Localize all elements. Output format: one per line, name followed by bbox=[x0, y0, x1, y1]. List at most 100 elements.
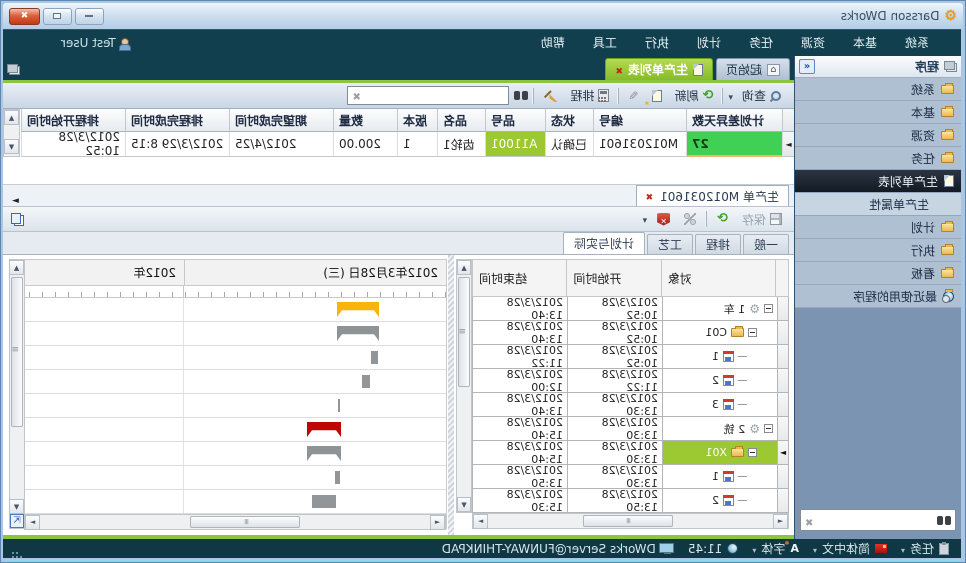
cell-status[interactable]: 已确认 bbox=[545, 132, 593, 157]
detail-tab-process[interactable]: 工艺 bbox=[647, 234, 693, 254]
resize-grip[interactable] bbox=[11, 543, 23, 555]
scroll-down-icon[interactable]: ▼ bbox=[4, 139, 19, 154]
detail-tab-general[interactable]: 一般 bbox=[743, 234, 789, 254]
menu-system[interactable]: 系统 bbox=[891, 30, 943, 56]
col-item-name[interactable]: 品名 bbox=[437, 109, 485, 132]
window-list-icon[interactable] bbox=[7, 64, 20, 75]
sidebar-item-plan[interactable]: 计划 bbox=[795, 216, 961, 239]
maximize-button[interactable] bbox=[43, 8, 72, 25]
close-tab-icon[interactable] bbox=[615, 63, 623, 77]
validate-button[interactable] bbox=[653, 211, 674, 228]
collapse-expander-icon[interactable] bbox=[748, 448, 757, 457]
float-window-icon[interactable] bbox=[11, 213, 24, 226]
gantt-bar-summary[interactable] bbox=[307, 446, 341, 461]
scroll-right-icon[interactable]: ► bbox=[8, 196, 19, 206]
cell-expect-finish[interactable]: 2012/4/25 bbox=[229, 132, 333, 157]
menu-help[interactable]: 帮助 bbox=[527, 30, 579, 56]
plan-row[interactable]: 1 2012/3/28 10:52 2012/3/28 11:22 bbox=[472, 345, 789, 369]
cell-item-no[interactable]: A11001 bbox=[485, 132, 545, 157]
refresh-button[interactable]: 刷新 bbox=[671, 85, 718, 106]
gantt-bar-summary[interactable] bbox=[307, 422, 341, 437]
gantt-vertical-scrollbar[interactable]: ▲ ▼ bbox=[9, 259, 25, 529]
gantt-horizontal-scrollbar[interactable]: ◄ ► bbox=[24, 514, 446, 530]
plan-horizontal-scrollbar[interactable]: ◄ ► bbox=[472, 513, 789, 529]
scroll-left-icon[interactable]: ◄ bbox=[773, 514, 788, 529]
detail-tab-schedule[interactable]: 排程 bbox=[695, 234, 741, 254]
plan-row[interactable]: C01 2012/3/28 10:52 2012/3/28 13:40 bbox=[472, 321, 789, 345]
gantt-bar-summary[interactable] bbox=[337, 326, 379, 341]
cell-version[interactable]: 1 bbox=[397, 132, 437, 157]
gantt-bar-operation[interactable] bbox=[371, 351, 378, 364]
clear-schedule-button[interactable] bbox=[539, 87, 561, 104]
menu-resource[interactable]: 资源 bbox=[787, 30, 839, 56]
plan-col-end[interactable]: 结束时间 bbox=[472, 259, 566, 297]
record-selector[interactable] bbox=[782, 132, 794, 157]
find-binoculars-icon[interactable] bbox=[514, 91, 528, 100]
close-subtab-icon[interactable] bbox=[646, 189, 654, 203]
sidebar-item-system[interactable]: 系统 bbox=[795, 78, 961, 101]
save-button[interactable]: 保存 bbox=[738, 209, 786, 230]
plan-vertical-scrollbar[interactable]: ▲ ▼ bbox=[456, 259, 472, 513]
gantt-bar-operation[interactable] bbox=[338, 399, 340, 412]
menu-execute[interactable]: 执行 bbox=[631, 30, 683, 56]
gantt-row[interactable] bbox=[24, 394, 446, 418]
collapse-expander-icon[interactable] bbox=[748, 328, 757, 337]
splitter-handle[interactable] bbox=[448, 255, 454, 535]
search-binoculars-icon[interactable] bbox=[937, 516, 951, 525]
menu-tools[interactable]: 工具 bbox=[579, 30, 631, 56]
plan-row-selected[interactable]: X01 2012/3/28 13:30 2012/3/28 15:40 bbox=[472, 441, 789, 465]
scroll-down-icon[interactable]: ▼ bbox=[9, 499, 24, 514]
scroll-up-icon[interactable]: ▲ bbox=[4, 110, 19, 125]
col-item-no[interactable]: 品号 bbox=[485, 109, 545, 132]
col-status[interactable]: 状态 bbox=[545, 109, 593, 132]
plan-row[interactable]: 2 铣 2012/3/28 13:30 2012/3/28 15:40 bbox=[472, 417, 789, 441]
sidebar-item-recent[interactable]: 最近使用的程序 bbox=[795, 285, 961, 308]
gantt-bar-summary[interactable] bbox=[337, 302, 379, 317]
filter-input[interactable] bbox=[365, 90, 505, 102]
grid-vertical-scrollbar[interactable]: ▲ ▼ bbox=[3, 109, 20, 157]
order-subtab[interactable]: 生产单 M012031601 bbox=[636, 185, 789, 206]
plan-col-object[interactable]: 对象 bbox=[661, 259, 775, 297]
gantt-row[interactable] bbox=[24, 298, 446, 322]
status-language[interactable]: 简体中文 bbox=[809, 540, 891, 557]
query-dropdown-icon[interactable] bbox=[728, 89, 733, 103]
menu-plan[interactable]: 计划 bbox=[683, 30, 735, 56]
detail-tab-plan-actual[interactable]: 计划与实际 bbox=[563, 232, 645, 254]
col-version[interactable]: 版本 bbox=[397, 109, 437, 132]
more-dropdown-icon[interactable] bbox=[643, 212, 648, 226]
collapse-expander-icon[interactable] bbox=[764, 424, 773, 433]
new-button[interactable]: ✶ bbox=[648, 88, 666, 104]
scroll-thumb[interactable] bbox=[11, 277, 23, 427]
scroll-up-icon[interactable]: ▲ bbox=[457, 260, 471, 275]
plan-row[interactable]: 1 车 2012/3/28 10:52 2012/3/28 13:40 bbox=[472, 297, 789, 321]
scroll-right-icon[interactable]: ► bbox=[473, 514, 488, 529]
sidebar-item-resource[interactable]: 资源 bbox=[795, 124, 961, 147]
gantt-row[interactable] bbox=[24, 346, 446, 370]
sidebar-item-execute[interactable]: 执行 bbox=[795, 239, 961, 262]
menu-task[interactable]: 任务 bbox=[735, 30, 787, 56]
clear-filter-icon[interactable] bbox=[352, 89, 360, 103]
sidebar-item-order-props[interactable]: 生产单属性 bbox=[795, 193, 961, 216]
edit-button[interactable] bbox=[624, 87, 642, 105]
menu-basic[interactable]: 基本 bbox=[839, 30, 891, 56]
gantt-row[interactable] bbox=[24, 418, 446, 442]
scroll-thumb[interactable] bbox=[458, 277, 470, 387]
plan-row[interactable]: 1 2012/3/28 13:30 2012/3/28 13:50 bbox=[472, 465, 789, 489]
gantt-row[interactable] bbox=[24, 370, 446, 394]
sidebar-search-input[interactable] bbox=[817, 514, 933, 526]
scroll-up-icon[interactable]: ▲ bbox=[9, 260, 24, 275]
gantt-bar-operation[interactable] bbox=[312, 495, 336, 508]
gantt-row[interactable] bbox=[24, 490, 446, 514]
plan-row[interactable]: 3 2012/3/28 13:30 2012/3/28 13:40 bbox=[472, 393, 789, 417]
col-expect-finish[interactable]: 期望完成时间 bbox=[229, 109, 333, 132]
tab-order-list[interactable]: 生产单列表 bbox=[605, 58, 713, 80]
current-row-arrow[interactable] bbox=[777, 441, 789, 465]
schedule-button[interactable]: 排程 bbox=[566, 85, 613, 106]
cell-qty[interactable]: 200.00 bbox=[333, 132, 397, 157]
plan-row[interactable]: 2 2012/3/28 13:50 2012/3/28 15:30 bbox=[472, 489, 789, 513]
grid-data-row[interactable]: 27 M012031601 已确认 A11001 齿轮1 1 200.00 20… bbox=[3, 132, 794, 157]
scroll-thumb[interactable] bbox=[190, 516, 300, 528]
cell-sched-start[interactable]: 2012/3/28 10:52 bbox=[21, 132, 125, 157]
close-button[interactable]: ✖ bbox=[9, 8, 40, 25]
gantt-row[interactable] bbox=[24, 442, 446, 466]
